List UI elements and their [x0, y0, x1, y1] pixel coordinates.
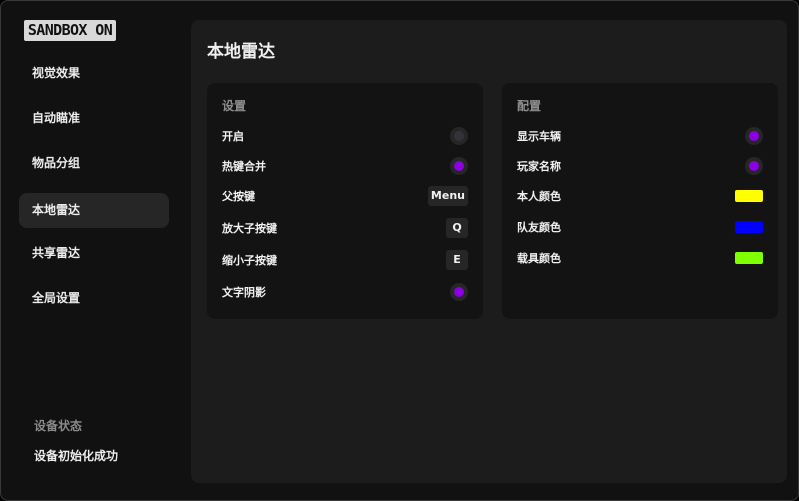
setting-label: 缩小子按键 — [222, 254, 277, 267]
config-label: 玩家名称 — [517, 160, 561, 173]
setting-row-zoom-in-key: 放大子按键 Q — [207, 215, 483, 241]
sidebar-item-aimbot[interactable]: 自动瞄准 — [19, 101, 169, 136]
settings-panel: 设置 开启 热键合并 父按键 Menu 放大子按键 Q 缩小子按键 E 文字阴影 — [207, 83, 483, 319]
app-logo: SANDBOX ON — [24, 20, 116, 41]
toggle-dot — [454, 287, 464, 297]
sidebar-item-label: 视觉效果 — [32, 66, 81, 80]
config-panel: 配置 显示车辆 玩家名称 本人颜色 队友颜色 载具颜色 — [502, 83, 778, 319]
panel-heading: 配置 — [517, 99, 542, 113]
toggle-dot — [454, 131, 464, 141]
setting-label: 父按键 — [222, 190, 255, 203]
config-label: 显示车辆 — [517, 130, 561, 143]
sidebar-item-label: 自动瞄准 — [32, 111, 81, 125]
device-status-text: 设备初始化成功 — [34, 449, 119, 463]
sidebar-item-visual-effects[interactable]: 视觉效果 — [19, 56, 169, 91]
player-names-toggle[interactable] — [745, 157, 763, 175]
sidebar-item-label: 共享雷达 — [32, 246, 81, 260]
setting-row-parent-key: 父按键 Menu — [207, 183, 483, 209]
config-row-player-names: 玩家名称 — [502, 153, 778, 179]
toggle-dot — [749, 131, 759, 141]
setting-row-text-shadow: 文字阴影 — [207, 279, 483, 305]
setting-row-hotkey-merge: 热键合并 — [207, 153, 483, 179]
teammate-color-swatch[interactable] — [735, 221, 763, 233]
zoom-out-key-button[interactable]: E — [446, 250, 468, 270]
text-shadow-toggle[interactable] — [450, 283, 468, 301]
toggle-dot — [454, 161, 464, 171]
main-content: 本地雷达 设置 开启 热键合并 父按键 Menu 放大子按键 Q 缩小子按键 E… — [191, 20, 787, 483]
setting-label: 开启 — [222, 130, 244, 143]
config-row-teammate-color: 队友颜色 — [502, 214, 778, 240]
sidebar-item-label: 本地雷达 — [32, 203, 81, 217]
setting-label: 文字阴影 — [222, 286, 266, 299]
vehicle-color-swatch[interactable] — [735, 252, 763, 264]
hotkey-merge-toggle[interactable] — [450, 157, 468, 175]
setting-label: 热键合并 — [222, 160, 266, 173]
self-color-swatch[interactable] — [735, 190, 763, 202]
sidebar-item-shared-radar[interactable]: 共享雷达 — [19, 236, 169, 271]
sidebar-item-global-settings[interactable]: 全局设置 — [19, 281, 169, 316]
config-label: 载具颜色 — [517, 252, 561, 265]
setting-row-zoom-out-key: 缩小子按键 E — [207, 247, 483, 273]
show-vehicles-toggle[interactable] — [745, 127, 763, 145]
setting-row-enable: 开启 — [207, 123, 483, 149]
sidebar-item-label: 全局设置 — [32, 291, 81, 305]
panel-heading: 设置 — [222, 99, 247, 113]
parent-key-button[interactable]: Menu — [427, 186, 468, 206]
config-row-vehicle-color: 载具颜色 — [502, 245, 778, 271]
app-window: SANDBOX ON 视觉效果 自动瞄准 物品分组 本地雷达 共享雷达 全局设置… — [0, 0, 799, 501]
page-title: 本地雷达 — [207, 42, 275, 62]
enable-toggle[interactable] — [450, 127, 468, 145]
config-row-self-color: 本人颜色 — [502, 183, 778, 209]
config-row-show-vehicles: 显示车辆 — [502, 123, 778, 149]
toggle-dot — [749, 161, 759, 171]
config-label: 队友颜色 — [517, 221, 561, 234]
zoom-in-key-button[interactable]: Q — [446, 218, 468, 238]
sidebar-item-item-groups[interactable]: 物品分组 — [19, 146, 169, 181]
device-status-heading: 设备状态 — [34, 419, 83, 433]
config-label: 本人颜色 — [517, 190, 561, 203]
sidebar-item-label: 物品分组 — [32, 156, 81, 170]
setting-label: 放大子按键 — [222, 222, 277, 235]
sidebar-item-local-radar[interactable]: 本地雷达 — [19, 193, 169, 228]
